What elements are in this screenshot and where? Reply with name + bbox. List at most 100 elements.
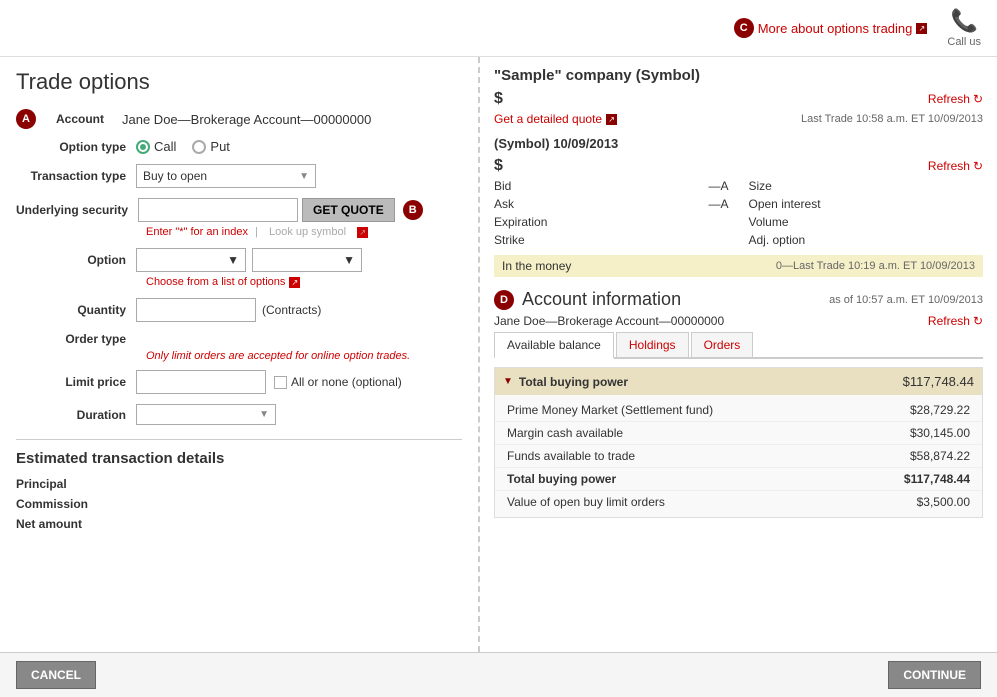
refresh-label-1: Refresh: [928, 92, 970, 106]
refresh-icon-2: ↻: [973, 159, 983, 173]
size-row: Size: [749, 179, 984, 193]
last-trade-2: 0—Last Trade 10:19 a.m. ET 10/09/2013: [776, 260, 975, 272]
right-panel: "Sample" company (Symbol) $ Refresh ↻ Ge…: [480, 57, 997, 652]
option-type-label: Option type: [16, 140, 136, 154]
limit-price-row: Limit price All or none (optional): [16, 370, 462, 394]
limit-price-input[interactable]: [136, 370, 266, 394]
put-radio[interactable]: Put: [192, 139, 230, 154]
b-badge: B: [403, 200, 423, 220]
open-orders-label: Value of open buy limit orders: [507, 495, 665, 509]
detail-quote-row: Get a detailed quote ↗ Last Trade 10:58 …: [494, 112, 983, 126]
refresh-button-2[interactable]: Refresh ↻: [928, 159, 983, 173]
margin-value: $30,145.00: [910, 426, 970, 440]
open-interest-row: Open interest: [749, 197, 984, 211]
order-type-row: Order type: [16, 332, 462, 346]
more-about-link[interactable]: C More about options trading ↗: [734, 18, 928, 38]
underlying-security-input[interactable]: [138, 198, 298, 222]
continue-button[interactable]: CONTInUe: [888, 661, 981, 689]
option-select-1[interactable]: ▼: [136, 248, 246, 272]
ask-row: Ask —A: [494, 197, 729, 211]
order-type-label: Order type: [16, 332, 136, 346]
call-radio[interactable]: Call: [136, 139, 176, 154]
ext-icon2: ↗: [357, 227, 368, 238]
ext-icon4: ↗: [606, 114, 617, 125]
tab-orders[interactable]: Orders: [691, 332, 754, 357]
choose-options-link[interactable]: Choose from a list of options ↗: [146, 276, 462, 288]
refresh-label-3: Refresh: [928, 314, 970, 328]
duration-select[interactable]: ▼: [136, 404, 276, 425]
estimated-title: Estimated transaction details: [16, 450, 462, 467]
principal-row: Principal: [16, 477, 462, 491]
phone-icon: 📞: [950, 8, 977, 34]
chevron-down-icon4: ▼: [259, 409, 269, 420]
chevron-down-icon2: ▼: [227, 253, 239, 267]
total-buying-power-value: $117,748.44: [903, 374, 974, 389]
estimated-section: Estimated transaction details Principal …: [16, 439, 462, 531]
account-value: Jane Doe—Brokerage Account—00000000: [122, 112, 371, 127]
quantity-label: Quantity: [16, 303, 136, 317]
look-up-symbol-link[interactable]: Look up symbol ↗: [265, 226, 372, 238]
account-info-title: Account information: [522, 289, 681, 310]
page-title: Trade options: [16, 69, 462, 95]
tabs: Available balance Holdings Orders: [494, 332, 983, 359]
funds-label: Funds available to trade: [507, 449, 635, 463]
balance-row-prime: Prime Money Market (Settlement fund) $28…: [495, 399, 982, 422]
detail-quote-link[interactable]: Get a detailed quote ↗: [494, 112, 617, 126]
ask-label: Ask: [494, 197, 514, 211]
enter-hint-link[interactable]: Enter "*" for an index: [146, 226, 248, 238]
transaction-type-select[interactable]: Buy to open ▼: [136, 164, 316, 188]
balance-header-label: ▼ Total buying power: [503, 375, 628, 389]
put-label: Put: [210, 139, 230, 154]
quantity-input[interactable]: [136, 298, 256, 322]
adj-option-row: Adj. option: [749, 233, 984, 247]
as-of: as of 10:57 a.m. ET 10/09/2013: [829, 294, 983, 306]
total-buying-power-label: Total buying power: [519, 375, 628, 389]
prime-label: Prime Money Market (Settlement fund): [507, 403, 713, 417]
bid-value: —A: [708, 179, 728, 193]
refresh-icon-1: ↻: [973, 92, 983, 106]
tab-available-balance[interactable]: Available balance: [494, 332, 614, 359]
account-row: A Account Jane Doe—Brokerage Account—000…: [16, 109, 462, 129]
adj-option-label: Adj. option: [749, 233, 806, 247]
all-or-none-checkbox-label[interactable]: All or none (optional): [274, 375, 402, 389]
call-us[interactable]: 📞 Call us: [947, 8, 981, 48]
refresh-button-1[interactable]: Refresh ↻: [928, 92, 983, 106]
bid-label: Bid: [494, 179, 511, 193]
detail-quote-label: Get a detailed quote: [494, 112, 602, 126]
left-panel: Trade options A Account Jane Doe—Brokera…: [0, 57, 480, 652]
bottom-bar: CANCEL CONTInUe: [0, 652, 997, 697]
account-label: Account: [44, 112, 114, 126]
net-amount-row: Net amount: [16, 517, 462, 531]
open-interest-label: Open interest: [749, 197, 821, 211]
option-data-grid: Bid —A Size Ask —A Open interest Expirat…: [494, 179, 983, 247]
account-info-header: D Account information as of 10:57 a.m. E…: [494, 289, 983, 310]
last-trade-1: Last Trade 10:58 a.m. ET 10/09/2013: [801, 113, 983, 125]
refresh-button-3[interactable]: Refresh ↻: [928, 314, 983, 328]
tab-holdings[interactable]: Holdings: [616, 332, 689, 357]
balance-header-row[interactable]: ▼ Total buying power $117,748.44: [495, 368, 982, 395]
option-select-2[interactable]: ▼: [252, 248, 362, 272]
balance-row-open-orders: Value of open buy limit orders $3,500.00: [495, 491, 982, 513]
more-about-label: More about options trading: [758, 21, 913, 36]
refresh-icon-3: ↻: [973, 314, 983, 328]
cancel-button[interactable]: CANCEL: [16, 661, 96, 689]
all-or-none-checkbox[interactable]: [274, 376, 287, 389]
in-the-money-row: In the money 0—Last Trade 10:19 a.m. ET …: [494, 255, 983, 277]
ext-icon: ↗: [916, 23, 927, 34]
commission-label: Commission: [16, 497, 116, 511]
account-info-subtitle: Jane Doe—Brokerage Account—00000000 Refr…: [494, 314, 983, 328]
total-value: $117,748.44: [904, 472, 970, 486]
a-badge: A: [16, 109, 36, 129]
option-type-row: Option type Call Put: [16, 139, 462, 154]
margin-label: Margin cash available: [507, 426, 623, 440]
chevron-down-icon3: ▼: [343, 253, 355, 267]
expiration-label: Expiration: [494, 215, 547, 229]
strike-label: Strike: [494, 233, 525, 247]
underlying-row: Underlying security GET QUOTE B: [16, 198, 462, 222]
tab-orders-label: Orders: [704, 338, 741, 352]
top-bar: C More about options trading ↗ 📞 Call us: [0, 0, 997, 57]
balance-row-funds: Funds available to trade $58,874.22: [495, 445, 982, 468]
get-quote-button[interactable]: GET QUOTE: [302, 198, 395, 222]
prime-value: $28,729.22: [910, 403, 970, 417]
size-label: Size: [749, 179, 772, 193]
